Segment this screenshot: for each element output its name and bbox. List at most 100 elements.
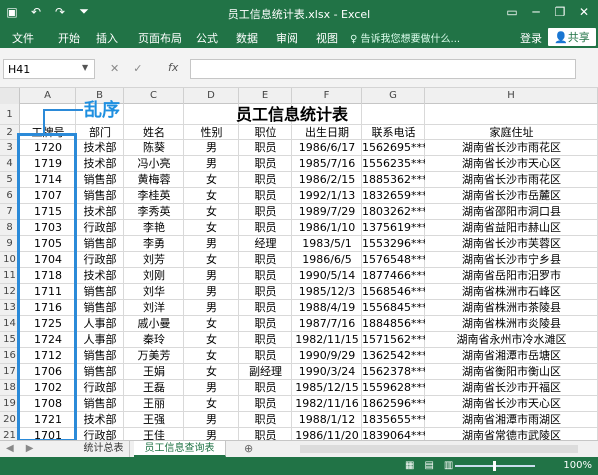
- share-button[interactable]: 👤共享: [548, 28, 596, 46]
- minimize-icon[interactable]: ─: [524, 2, 548, 22]
- tab-view[interactable]: 视图: [316, 30, 338, 46]
- data-cell[interactable]: 1553296****: [362, 236, 425, 252]
- data-cell[interactable]: 刘刚: [124, 268, 184, 284]
- data-cell[interactable]: 1985/12/15: [292, 380, 362, 396]
- data-cell[interactable]: 1556845****: [362, 300, 425, 316]
- data-cell[interactable]: 女: [184, 396, 239, 412]
- data-cell[interactable]: 王娟: [124, 364, 184, 380]
- column-header-h[interactable]: H: [425, 88, 598, 104]
- formula-input[interactable]: [190, 59, 576, 79]
- data-cell[interactable]: 职员: [239, 156, 292, 172]
- tab-file[interactable]: 文件: [12, 30, 34, 46]
- data-cell[interactable]: 1983/5/1: [292, 236, 362, 252]
- column-header-a[interactable]: A: [20, 88, 76, 104]
- sheet-tab-summary[interactable]: 统计总表: [78, 441, 130, 457]
- data-cell[interactable]: 1989/7/29: [292, 204, 362, 220]
- data-cell[interactable]: 王丽: [124, 396, 184, 412]
- data-cell[interactable]: 男: [184, 380, 239, 396]
- data-cell[interactable]: 1986/6/17: [292, 140, 362, 156]
- data-cell[interactable]: 销售部: [76, 300, 124, 316]
- data-cell[interactable]: 女: [184, 188, 239, 204]
- data-cell[interactable]: 刘洋: [124, 300, 184, 316]
- data-cell[interactable]: 1375619****: [362, 220, 425, 236]
- data-cell[interactable]: 职员: [239, 396, 292, 412]
- header-cell[interactable]: 姓名: [124, 125, 184, 140]
- data-cell[interactable]: 女: [184, 252, 239, 268]
- data-cell[interactable]: 1576548****: [362, 252, 425, 268]
- data-cell[interactable]: 湖南省永州市冷水滩区: [425, 332, 598, 348]
- zoom-level[interactable]: 100%: [563, 460, 592, 471]
- data-cell[interactable]: 职员: [239, 332, 292, 348]
- data-cell[interactable]: 行政部: [76, 380, 124, 396]
- data-cell[interactable]: 技术部: [76, 140, 124, 156]
- data-cell[interactable]: 1987/7/16: [292, 316, 362, 332]
- data-cell[interactable]: 1990/9/29: [292, 348, 362, 364]
- data-cell[interactable]: 1985/7/16: [292, 156, 362, 172]
- data-cell[interactable]: 职员: [239, 316, 292, 332]
- data-cell[interactable]: 职员: [239, 348, 292, 364]
- data-cell[interactable]: 1862596****: [362, 396, 425, 412]
- data-cell[interactable]: 刘华: [124, 284, 184, 300]
- data-cell[interactable]: 男: [184, 156, 239, 172]
- data-cell[interactable]: 湖南省长沙市宁乡县: [425, 252, 598, 268]
- name-box-dropdown-icon[interactable]: ▼: [82, 63, 88, 72]
- data-cell[interactable]: 技术部: [76, 412, 124, 428]
- data-cell[interactable]: 技术部: [76, 156, 124, 172]
- data-cell[interactable]: 经理: [239, 236, 292, 252]
- data-cell[interactable]: 男: [184, 412, 239, 428]
- tab-data[interactable]: 数据: [236, 30, 258, 46]
- normal-view-icon[interactable]: ▦: [405, 460, 414, 471]
- data-cell[interactable]: 1568546****: [362, 284, 425, 300]
- data-cell[interactable]: 销售部: [76, 172, 124, 188]
- data-cell[interactable]: 人事部: [76, 332, 124, 348]
- data-cell[interactable]: 李勇: [124, 236, 184, 252]
- data-cell[interactable]: 湖南省长沙市雨花区: [425, 140, 598, 156]
- data-cell[interactable]: 职员: [239, 300, 292, 316]
- tab-formulas[interactable]: 公式: [196, 30, 218, 46]
- data-cell[interactable]: 1835655****: [362, 412, 425, 428]
- data-cell[interactable]: 1985/12/3: [292, 284, 362, 300]
- tab-review[interactable]: 审阅: [276, 30, 298, 46]
- data-cell[interactable]: 湖南省益阳市赫山区: [425, 220, 598, 236]
- worksheet[interactable]: ABCDEFGH 1 2 3 4 5 6 7 8 9 10 11 12 13 14 15 16 17 18 19 20…: [0, 88, 598, 440]
- sheet-title[interactable]: 员工信息统计表: [121, 105, 463, 125]
- data-cell[interactable]: 行政部: [76, 428, 124, 440]
- data-cell[interactable]: 1986/11/20: [292, 428, 362, 440]
- enter-icon[interactable]: ✓: [133, 62, 142, 75]
- data-cell[interactable]: 王佳: [124, 428, 184, 440]
- data-cell[interactable]: 1988/4/19: [292, 300, 362, 316]
- data-cell[interactable]: 1992/1/13: [292, 188, 362, 204]
- data-cell[interactable]: 1562378****: [362, 364, 425, 380]
- header-cell[interactable]: 部门: [76, 125, 124, 140]
- data-cell[interactable]: 冯小亮: [124, 156, 184, 172]
- header-cell[interactable]: 出生日期: [292, 125, 362, 140]
- data-cell[interactable]: 湖南省株洲市石峰区: [425, 284, 598, 300]
- data-cell[interactable]: 黄梅蓉: [124, 172, 184, 188]
- tab-page-layout[interactable]: 页面布局: [138, 30, 182, 46]
- select-all-corner[interactable]: [0, 88, 20, 104]
- data-cell[interactable]: 湖南省常德市武陵区: [425, 428, 598, 440]
- header-cell[interactable]: 家庭住址: [425, 125, 598, 140]
- sheet-tab-lookup[interactable]: 员工信息查询表: [134, 441, 226, 457]
- data-cell[interactable]: 男: [184, 268, 239, 284]
- data-cell[interactable]: 陈葵: [124, 140, 184, 156]
- data-cell[interactable]: 销售部: [76, 188, 124, 204]
- data-cell[interactable]: 1562695****: [362, 140, 425, 156]
- data-cell[interactable]: 销售部: [76, 348, 124, 364]
- data-cell[interactable]: 湖南省株洲市茶陵县: [425, 300, 598, 316]
- data-cell[interactable]: 李秀英: [124, 204, 184, 220]
- data-cell[interactable]: 女: [184, 220, 239, 236]
- data-cell[interactable]: 职员: [239, 252, 292, 268]
- data-cell[interactable]: 1986/6/5: [292, 252, 362, 268]
- data-cell[interactable]: 1556235****: [362, 156, 425, 172]
- data-cell[interactable]: 职员: [239, 204, 292, 220]
- header-cell[interactable]: 性别: [184, 125, 239, 140]
- data-cell[interactable]: 王强: [124, 412, 184, 428]
- insert-function-button[interactable]: fx: [168, 61, 178, 74]
- data-cell[interactable]: 职员: [239, 412, 292, 428]
- data-cell[interactable]: 1990/3/24: [292, 364, 362, 380]
- data-cell[interactable]: 女: [184, 348, 239, 364]
- data-cell[interactable]: 1982/11/15: [292, 332, 362, 348]
- data-cell[interactable]: 女: [184, 172, 239, 188]
- column-header-g[interactable]: G: [362, 88, 425, 104]
